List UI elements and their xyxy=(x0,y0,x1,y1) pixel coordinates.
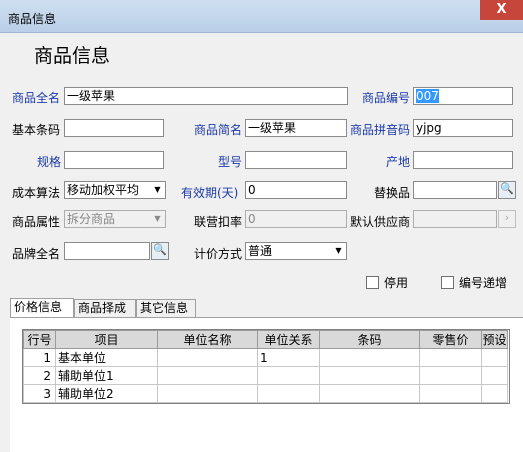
full-name-label: 商品全名 xyxy=(12,91,61,105)
disabled-checkbox[interactable] xyxy=(366,276,379,289)
column-header-item: 项目 xyxy=(55,330,158,349)
table-row[interactable]: 1 基本单位 1 xyxy=(23,348,508,367)
item-cell[interactable]: 辅助单位1 xyxy=(55,366,158,385)
unit-name-cell[interactable] xyxy=(157,366,258,385)
row-number-text: 1 xyxy=(43,350,51,365)
default-supplier-field xyxy=(413,210,497,228)
column-header-unit-name: 单位名称 xyxy=(157,330,258,349)
model-field[interactable] xyxy=(245,151,347,169)
pricing-method-label: 计价方式 xyxy=(194,247,243,261)
attribute-label: 商品属性 xyxy=(12,215,61,229)
preset-cell[interactable] xyxy=(481,366,508,385)
disabled-checkbox-label: 停用 xyxy=(384,276,409,290)
item-cell[interactable]: 基本单位 xyxy=(55,348,158,367)
barcode-cell[interactable] xyxy=(319,366,420,385)
tab-price-info[interactable]: 价格信息 xyxy=(10,298,74,318)
model-label: 型号 xyxy=(218,155,243,169)
tab-product-composition[interactable]: 商品择成 xyxy=(74,299,136,317)
unit-relation-cell[interactable] xyxy=(257,366,320,385)
default-supplier-lookup-button: › xyxy=(498,210,516,228)
pricing-method-value: 普通 xyxy=(248,244,273,258)
cost-method-label: 成本算法 xyxy=(12,186,61,200)
chevron-down-icon: ▼ xyxy=(154,185,161,194)
item-cell[interactable]: 辅助单位2 xyxy=(55,384,158,403)
full-name-field[interactable]: 一级苹果 xyxy=(64,87,348,105)
barcode-cell[interactable] xyxy=(319,348,420,367)
origin-label: 产地 xyxy=(386,155,411,169)
column-header-preset: 预设 xyxy=(481,330,508,349)
close-button[interactable]: X xyxy=(480,0,523,20)
search-icon: 🔍 xyxy=(153,243,167,256)
spec-label: 规格 xyxy=(37,155,62,169)
grid-header-row: 行号 项目 单位名称 单位关系 条码 零售价 预设 xyxy=(23,330,508,349)
retail-price-cell[interactable] xyxy=(419,384,482,403)
row-number: 3 xyxy=(23,384,56,403)
substitute-label: 替换品 xyxy=(374,186,411,200)
substitute-field[interactable] xyxy=(413,181,497,199)
retail-price-cell[interactable] xyxy=(419,348,482,367)
barcode-cell[interactable] xyxy=(319,384,420,403)
attribute-select: 拆分商品 ▼ xyxy=(64,210,166,228)
unit-name-cell[interactable] xyxy=(157,348,258,367)
code-field[interactable]: 007 xyxy=(413,87,513,105)
unit-relation-cell[interactable] xyxy=(257,384,320,403)
chevron-right-icon: › xyxy=(504,211,510,224)
cost-method-select[interactable]: 移动加权平均 ▼ xyxy=(64,181,166,199)
row-number: 1 xyxy=(23,348,56,367)
short-name-field[interactable]: 一级苹果 xyxy=(245,119,347,137)
brand-name-field[interactable] xyxy=(64,242,150,260)
brand-name-label: 品牌全名 xyxy=(12,247,61,261)
search-icon: 🔍 xyxy=(500,182,514,195)
unit-price-grid: 行号 项目 单位名称 单位关系 条码 零售价 预设 1 基本单位 1 2 辅助单… xyxy=(22,329,510,404)
joint-discount-label: 联营扣率 xyxy=(194,215,243,229)
preset-cell[interactable] xyxy=(481,348,508,367)
code-value: 007 xyxy=(416,89,439,103)
unit-relation-cell[interactable]: 1 xyxy=(257,348,320,367)
attribute-value: 拆分商品 xyxy=(67,212,116,226)
substitute-lookup-button[interactable]: 🔍 xyxy=(498,181,516,199)
joint-discount-field: 0 xyxy=(245,210,347,228)
spec-field[interactable] xyxy=(64,151,164,169)
pinyin-code-label: 商品拼音码 xyxy=(350,123,411,137)
preset-cell[interactable] xyxy=(481,384,508,403)
column-header-barcode: 条码 xyxy=(319,330,420,349)
column-header-row-number: 行号 xyxy=(23,330,56,349)
chevron-down-icon: ▼ xyxy=(154,214,161,223)
validity-field[interactable]: 0 xyxy=(245,181,347,199)
default-supplier-label: 默认供应商 xyxy=(350,215,411,229)
row-number: 2 xyxy=(23,366,56,385)
barcode-field[interactable] xyxy=(64,119,164,137)
brand-lookup-button[interactable]: 🔍 xyxy=(151,242,169,260)
table-row[interactable]: 2 辅助单位1 xyxy=(23,366,508,385)
unit-name-cell[interactable] xyxy=(157,384,258,403)
origin-field[interactable] xyxy=(413,151,513,169)
table-row[interactable]: 3 辅助单位2 xyxy=(23,384,508,403)
tab-other-info[interactable]: 其它信息 xyxy=(136,299,196,317)
window-title: 商品信息 xyxy=(8,12,57,26)
column-header-retail-price: 零售价 xyxy=(419,330,482,349)
barcode-label: 基本条码 xyxy=(12,123,61,137)
pricing-method-select[interactable]: 普通 ▼ xyxy=(245,242,347,260)
auto-increment-checkbox[interactable] xyxy=(441,276,454,289)
code-label: 商品编号 xyxy=(362,91,411,105)
column-header-unit-relation: 单位关系 xyxy=(257,330,320,349)
cost-method-value: 移动加权平均 xyxy=(67,183,140,197)
chevron-down-icon: ▼ xyxy=(335,246,342,255)
short-name-label: 商品简名 xyxy=(194,123,243,137)
page-title: 商品信息 xyxy=(34,45,111,67)
pinyin-code-field[interactable]: yjpg xyxy=(413,119,513,137)
validity-label: 有效期(天) xyxy=(181,186,239,200)
close-icon: X xyxy=(496,2,507,17)
auto-increment-checkbox-label: 编号递增 xyxy=(459,276,508,290)
retail-price-cell[interactable] xyxy=(419,366,482,385)
title-bar: 商品信息 X xyxy=(0,0,523,33)
